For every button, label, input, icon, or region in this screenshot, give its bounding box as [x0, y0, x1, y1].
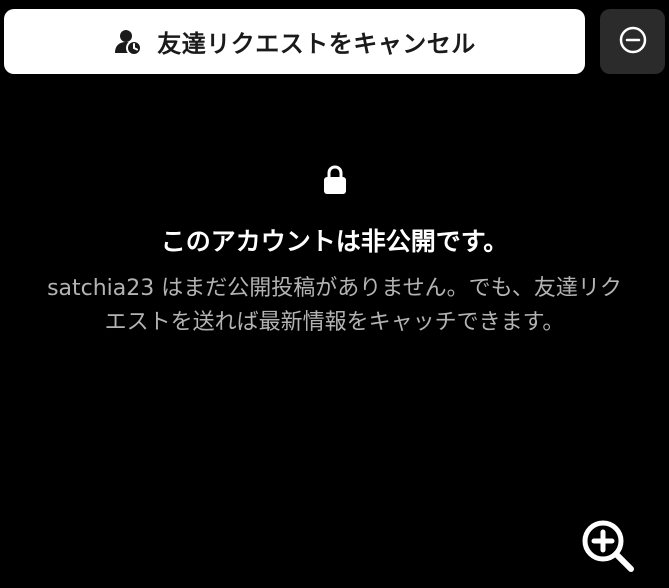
description-line-2: エストを送れば最新情報をキャッチできます。: [104, 310, 565, 335]
description-line-1: satchia23 はまだ公開投稿がありません。でも、友達リク: [47, 276, 622, 301]
zoom-in-icon: [578, 520, 638, 580]
remove-button[interactable]: [600, 9, 665, 74]
private-account-description: satchia23 はまだ公開投稿がありません。でも、友達リク エストを送れば最…: [0, 272, 669, 340]
person-clock-icon: [113, 27, 143, 57]
cancel-friend-request-label: 友達リクエストをキャンセル: [157, 30, 476, 58]
lock-icon: [322, 165, 348, 195]
minus-circle-icon: [618, 25, 648, 59]
cancel-friend-request-button[interactable]: 友達リクエストをキャンセル: [4, 9, 585, 74]
zoom-in-button[interactable]: [578, 516, 638, 576]
private-account-title: このアカウントは非公開です。: [160, 227, 509, 256]
